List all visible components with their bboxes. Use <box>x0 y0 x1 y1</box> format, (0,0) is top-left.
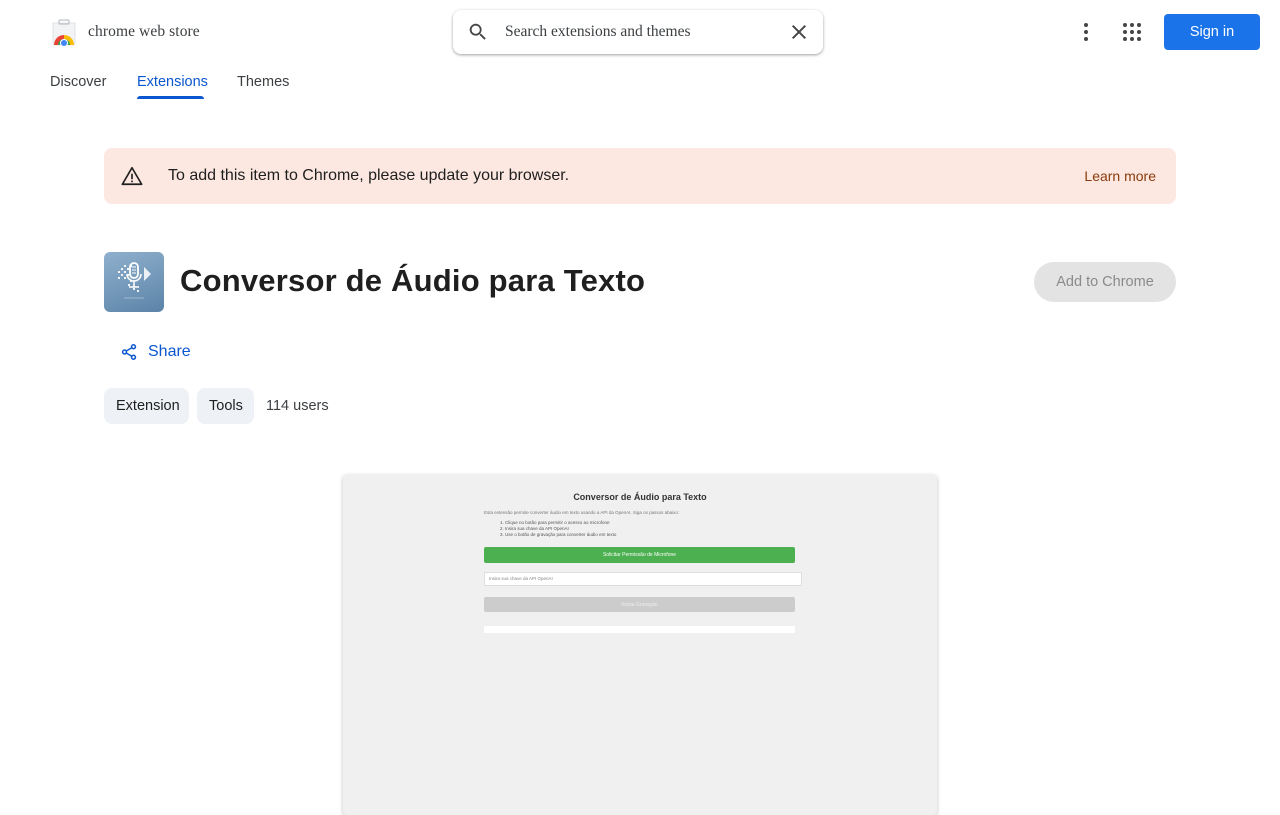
user-count: 114 users <box>266 398 329 414</box>
preview-description: Esta extensão permite converter áudio em… <box>484 510 680 515</box>
google-apps-icon[interactable] <box>1120 20 1144 44</box>
preview-record-button: Iniciar Gravação <box>484 597 795 612</box>
store-brand-name[interactable]: chrome web store <box>88 23 200 41</box>
more-options-icon[interactable] <box>1074 20 1098 44</box>
share-icon <box>121 344 137 360</box>
share-button[interactable]: Share <box>116 338 195 366</box>
preview-output-area <box>484 626 795 633</box>
clear-search-icon[interactable] <box>787 20 811 44</box>
preview-mic-permission-button: Solicitar Permissão de Microfone <box>484 547 795 563</box>
sign-in-button[interactable]: Sign in <box>1164 14 1260 50</box>
learn-more-link[interactable]: Learn more <box>1084 168 1156 184</box>
banner-message: To add this item to Chrome, please updat… <box>168 167 570 184</box>
tab-extensions[interactable]: Extensions <box>137 74 208 90</box>
preview-api-key-field: Insira sua chave da API OpenAI <box>484 572 802 586</box>
search-input[interactable] <box>505 20 775 44</box>
tab-discover[interactable]: Discover <box>50 74 106 90</box>
search-box[interactable] <box>453 10 823 54</box>
search-icon[interactable] <box>467 21 489 43</box>
preview-step: 3. Use o botão de gravação para converte… <box>500 532 617 537</box>
preview-title: Conversor de Áudio para Texto <box>573 492 707 502</box>
tab-themes[interactable]: Themes <box>237 74 289 90</box>
share-label: Share <box>148 343 191 360</box>
chip-tools[interactable]: Tools <box>197 388 254 424</box>
extension-title: Conversor de Áudio para Texto <box>180 263 646 298</box>
add-to-chrome-button[interactable]: Add to Chrome <box>1034 262 1176 302</box>
preview-steps: 1. Clique no botão para permitir o acess… <box>500 520 616 538</box>
update-browser-banner: To add this item to Chrome, please updat… <box>104 148 1176 204</box>
extension-icon <box>104 252 164 312</box>
chip-extension[interactable]: Extension <box>104 388 189 424</box>
warning-icon <box>121 166 143 186</box>
active-tab-indicator <box>137 96 204 99</box>
chrome-web-store-logo[interactable] <box>50 18 78 47</box>
extension-screenshot[interactable]: Conversor de Áudio para Texto Esta exten… <box>343 475 937 815</box>
